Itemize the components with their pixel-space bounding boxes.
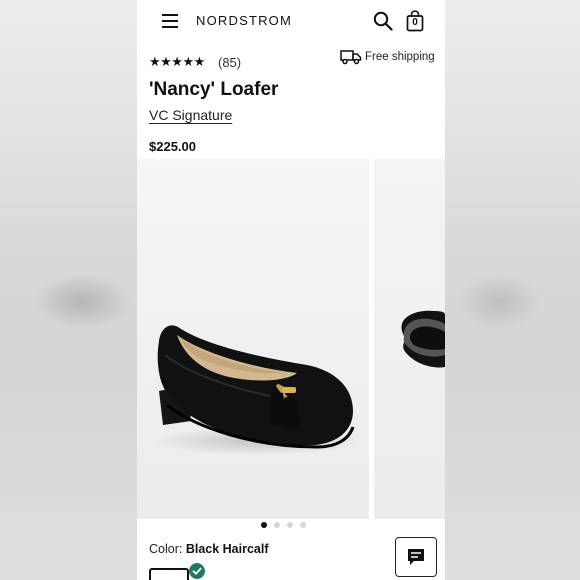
brand-link[interactable]: VC Signature — [149, 107, 232, 123]
color-selection: Color: Black Haircalf — [149, 542, 269, 556]
color-swatch-black-haircalf[interactable] — [149, 568, 189, 580]
truck-icon — [340, 50, 362, 65]
product-price: $225.00 — [149, 139, 196, 154]
product-page: NORDSTROM 0 ★★★★★ (85) Free shipping 'Na… — [137, 0, 445, 580]
check-icon — [189, 563, 205, 579]
search-icon[interactable] — [373, 11, 393, 31]
color-value: Black Haircalf — [185, 542, 269, 556]
free-shipping: Free shipping — [340, 49, 440, 67]
loafer-image — [152, 325, 362, 455]
product-image-next[interactable] — [374, 159, 445, 519]
free-shipping-label: Free shipping — [365, 51, 435, 63]
loafer-image-alt — [401, 310, 445, 368]
review-count[interactable]: (85) — [218, 55, 241, 70]
product-title: 'Nancy' Loafer — [149, 79, 279, 100]
blurred-backdrop-right — [445, 0, 580, 580]
product-image[interactable] — [137, 159, 369, 519]
blurred-backdrop-left — [0, 0, 137, 580]
carousel-dot-4[interactable] — [300, 522, 306, 528]
carousel-dot-1[interactable] — [261, 522, 267, 528]
carousel-dots — [261, 522, 321, 530]
site-logo[interactable]: NORDSTROM — [196, 13, 292, 28]
bag-icon[interactable]: 0 — [405, 10, 425, 32]
carousel-dot-3[interactable] — [287, 522, 293, 528]
carousel-dot-2[interactable] — [274, 522, 280, 528]
rating-stars[interactable]: ★★★★★ — [149, 54, 205, 70]
color-label: Color: — [149, 542, 183, 556]
site-header: NORDSTROM 0 — [137, 0, 445, 44]
bag-count: 0 — [412, 17, 418, 28]
chat-button[interactable] — [395, 537, 437, 577]
chat-icon — [408, 549, 424, 565]
image-carousel[interactable] — [137, 159, 445, 519]
menu-icon[interactable] — [162, 14, 178, 28]
